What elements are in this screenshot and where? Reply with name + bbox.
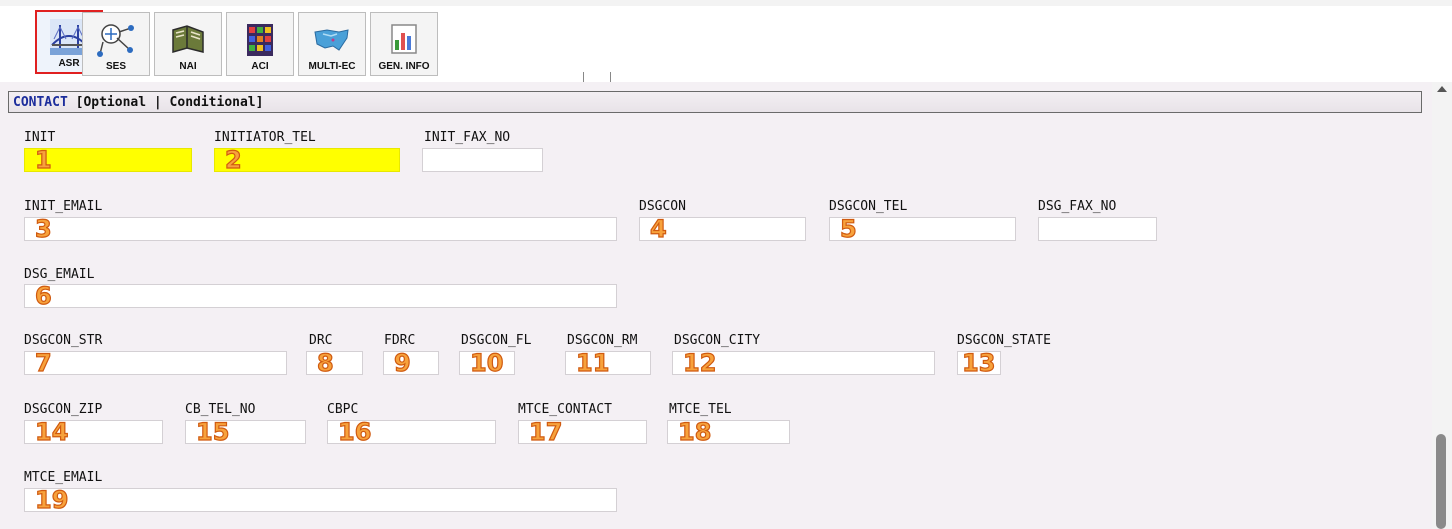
marker-14: 14 (34, 417, 69, 446)
gen-info-button-label: GEN. INFO (378, 61, 430, 72)
dsgcon-fl-label: DSGCON_FL (461, 333, 532, 348)
init-label: INIT (24, 130, 56, 145)
dsgcon-state-field[interactable]: 13 (957, 348, 1001, 378)
cbpc-label: CBPC (327, 402, 359, 417)
ses-button[interactable]: SES (82, 12, 150, 76)
dsgcon-zip-field[interactable]: 14 (24, 417, 163, 447)
mtce-tel-label: MTCE_TEL (669, 402, 732, 417)
section-header: CONTACT [Optional | Conditional] (8, 91, 1422, 113)
network-icon (97, 24, 134, 57)
dsg-email-label: DSG_EMAIL (24, 267, 95, 282)
contact-form: CONTACT [Optional | Conditional] INIT 1 … (0, 82, 1432, 529)
init-email-label: INIT_EMAIL (24, 199, 103, 214)
mtce-contact-field[interactable]: 17 (518, 417, 647, 447)
dsgcon-rm-label: DSGCON_RM (567, 333, 638, 348)
circuit-icon (247, 24, 273, 56)
cb-tel-no-label: CB_TEL_NO (185, 402, 256, 417)
scrollbar-thumb[interactable] (1436, 434, 1446, 529)
marker-3: 3 (34, 214, 52, 243)
dsgcon-label: DSGCON (639, 199, 686, 214)
marker-18: 18 (677, 417, 712, 446)
dsgcon-rm-field[interactable]: 11 (565, 348, 651, 378)
fdrc-field[interactable]: 9 (383, 348, 439, 378)
aci-button-label: ACI (251, 61, 269, 72)
dsgcon-tel-field[interactable]: 5 (829, 214, 1016, 244)
mtce-contact-label: MTCE_CONTACT (518, 402, 612, 417)
marker-17: 17 (528, 417, 563, 446)
multi-ec-button[interactable]: MULTI-EC (298, 12, 366, 76)
multi-ec-button-label: MULTI-EC (308, 61, 356, 72)
dsgcon-str-field[interactable]: 7 (24, 348, 287, 378)
vertical-scrollbar[interactable] (1432, 82, 1452, 529)
bar-chart-icon (391, 24, 417, 54)
initiator-tel-label: INITIATOR_TEL (214, 130, 316, 145)
asr-button-label: ASR (58, 58, 80, 69)
dsgcon-city-label: DSGCON_CITY (674, 333, 761, 348)
init-fax-no-field[interactable] (422, 148, 543, 172)
marker-5: 5 (839, 214, 857, 243)
dsgcon-tel-label: DSGCON_TEL (829, 199, 908, 214)
marker-9: 9 (393, 348, 411, 377)
nai-button-label: NAI (179, 61, 197, 72)
cbpc-field[interactable]: 16 (327, 417, 496, 447)
init-fax-no-label: INIT_FAX_NO (424, 130, 511, 145)
dsg-fax-no-label: DSG_FAX_NO (1038, 199, 1117, 214)
marker-19: 19 (34, 485, 69, 514)
us-map-icon (314, 29, 349, 51)
marker-6: 6 (34, 281, 52, 310)
init-field[interactable]: 1 (24, 145, 192, 175)
dsgcon-field[interactable]: 4 (639, 214, 806, 244)
initiator-tel-field[interactable]: 2 (214, 145, 400, 175)
marker-7: 7 (34, 348, 52, 377)
dsg-email-field[interactable]: 6 (24, 281, 617, 311)
marker-13: 13 (961, 348, 996, 377)
marker-2: 2 (224, 145, 242, 174)
marker-11: 11 (575, 348, 610, 377)
aci-button[interactable]: ACI (226, 12, 294, 76)
mtce-email-field[interactable]: 19 (24, 485, 617, 515)
mtce-tel-field[interactable]: 18 (667, 417, 790, 447)
cb-tel-no-field[interactable]: 15 (185, 417, 306, 447)
drc-label: DRC (309, 333, 333, 348)
fdrc-label: FDRC (384, 333, 416, 348)
marker-8: 8 (316, 348, 334, 377)
nai-button[interactable]: NAI (154, 12, 222, 76)
dsg-fax-no-field[interactable] (1038, 217, 1157, 241)
scroll-up-arrow-icon[interactable] (1437, 86, 1447, 92)
book-icon (172, 25, 204, 53)
marker-4: 4 (649, 214, 667, 243)
marker-1: 1 (34, 145, 52, 174)
mtce-email-label: MTCE_EMAIL (24, 470, 103, 485)
init-email-field[interactable]: 3 (24, 214, 617, 244)
dsgcon-zip-label: DSGCON_ZIP (24, 402, 103, 417)
dsgcon-fl-field[interactable]: 10 (459, 348, 515, 378)
gen-info-button[interactable]: GEN. INFO (370, 12, 438, 76)
dsgcon-city-field[interactable]: 12 (672, 348, 935, 378)
marker-12: 12 (682, 348, 717, 377)
ses-button-label: SES (105, 61, 126, 72)
section-name: CONTACT (13, 95, 68, 110)
marker-10: 10 (469, 348, 504, 377)
dsgcon-str-label: DSGCON_STR (24, 333, 103, 348)
marker-15: 15 (195, 417, 230, 446)
drc-field[interactable]: 8 (306, 348, 363, 378)
dsgcon-state-label: DSGCON_STATE (957, 333, 1051, 348)
toolbar: ASR SES NAI ACI MULTI-EC GEN. INFO (0, 6, 1452, 85)
marker-16: 16 (337, 417, 372, 446)
section-qualifier: [Optional | Conditional] (75, 95, 264, 110)
